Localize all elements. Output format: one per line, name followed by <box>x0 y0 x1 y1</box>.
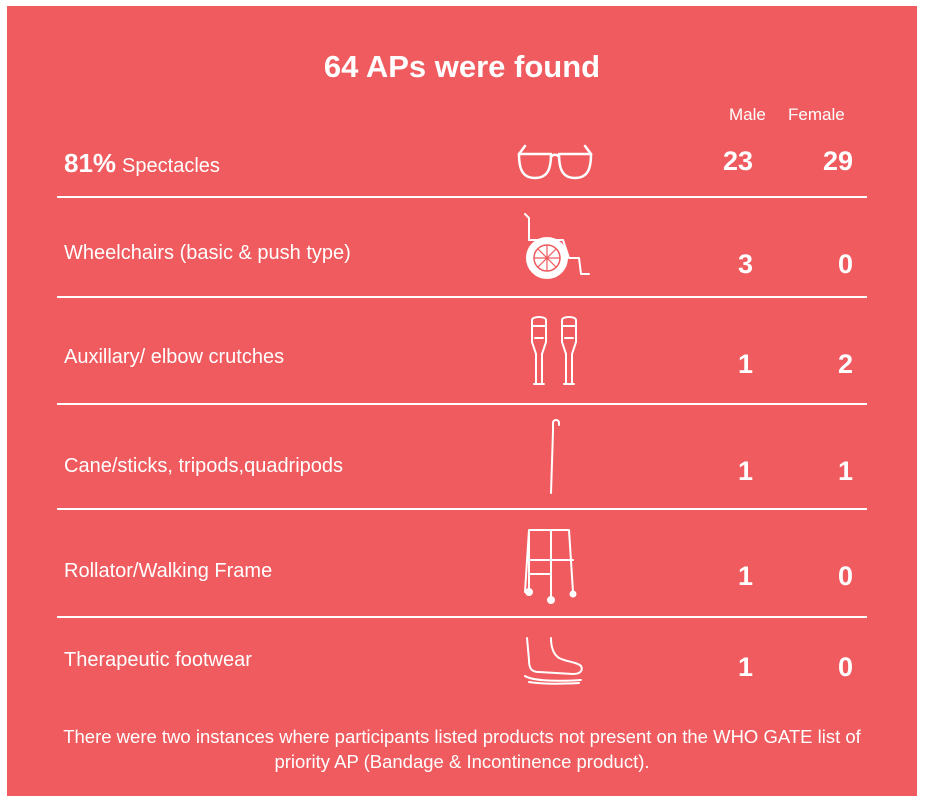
row-label-text: Spectacles <box>122 155 220 177</box>
wheelchair-icon <box>519 212 591 282</box>
percent-value: 81% <box>64 148 117 178</box>
male-count: 1 <box>737 561 753 591</box>
female-count: 2 <box>837 349 853 379</box>
column-header-female: Female <box>788 105 845 124</box>
row-label: Therapeutic footwear <box>64 649 252 671</box>
row-label: Cane/sticks, tripods,quadripods <box>64 455 344 477</box>
row-label: Rollator/Walking Frame <box>64 560 273 582</box>
row-label: Auxillary/ elbow crutches <box>64 346 285 368</box>
female-count: 0 <box>837 652 853 682</box>
row-divider <box>57 616 867 618</box>
row-divider <box>57 508 867 510</box>
cane-icon <box>539 417 563 497</box>
footwear-icon <box>521 636 587 686</box>
female-count: 1 <box>837 456 853 486</box>
male-count: 3 <box>737 249 753 279</box>
row-divider <box>57 296 867 298</box>
female-count: 0 <box>837 249 853 279</box>
female-count: 29 <box>822 146 853 176</box>
row-label: Wheelchairs (basic & push type) <box>64 242 351 264</box>
spectacles-icon <box>515 140 595 186</box>
footnote: There were two instances where participa… <box>63 726 861 772</box>
row-divider <box>57 403 867 405</box>
row-divider <box>57 196 867 198</box>
page-title: 64 APs were found <box>323 49 601 84</box>
ap-summary-panel: 64 APs were found Male Female 81% Spectac… <box>7 6 917 796</box>
walking-frame-icon <box>521 526 577 606</box>
crutches-icon <box>529 316 581 388</box>
row-label: 81% Spectacles <box>64 148 220 179</box>
male-count: 1 <box>737 456 753 486</box>
column-header-male: Male <box>729 105 766 124</box>
female-count: 0 <box>837 561 853 591</box>
male-count: 23 <box>722 146 753 176</box>
male-count: 1 <box>737 349 753 379</box>
male-count: 1 <box>737 652 753 682</box>
